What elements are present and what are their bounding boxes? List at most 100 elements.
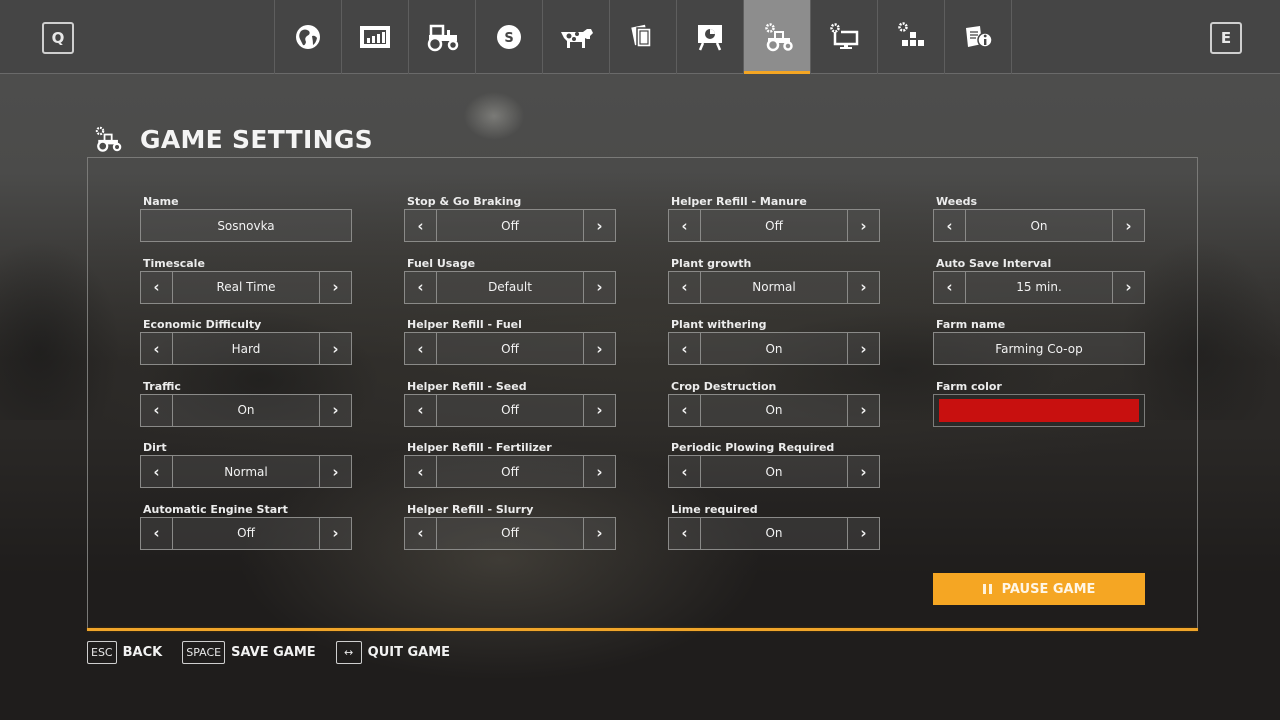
chevron-right-icon[interactable]: › xyxy=(1112,271,1144,303)
gear-tractor-icon xyxy=(765,23,793,52)
gear-tractor-icon xyxy=(95,126,122,152)
chevron-right-icon[interactable]: › xyxy=(583,271,615,303)
setting-farm-name: Farm name Farming Co-op xyxy=(933,317,1145,379)
setting-crop-destruction: Crop Destruction ‹ On › xyxy=(668,379,880,441)
chevron-right-icon[interactable]: › xyxy=(847,333,879,365)
tab-finances[interactable]: S xyxy=(476,0,543,74)
chevron-left-icon[interactable]: ‹ xyxy=(141,517,173,549)
setting-helper-refill-fuel: Helper Refill - Fuel ‹ Off › xyxy=(404,317,616,379)
tab-general-settings[interactable] xyxy=(811,0,878,74)
setting-label: Periodic Plowing Required xyxy=(671,441,835,455)
chevron-right-icon[interactable]: › xyxy=(583,394,615,426)
chevron-right-icon[interactable]: › xyxy=(319,271,351,303)
chevron-right-icon[interactable]: › xyxy=(319,333,351,365)
setting-helper-refill-fertilizer: Helper Refill - Fertilizer ‹ Off › xyxy=(404,440,616,502)
save-game-button[interactable]: SPACE SAVE GAME xyxy=(182,640,316,664)
chevron-right-icon[interactable]: › xyxy=(319,517,351,549)
stepper-value: On xyxy=(765,403,783,418)
setting-fuel-usage: Fuel Usage ‹ Default › xyxy=(404,256,616,318)
chevron-right-icon[interactable]: › xyxy=(847,210,879,241)
chevron-right-icon[interactable]: › xyxy=(319,394,351,426)
tab-vehicles[interactable] xyxy=(409,0,476,74)
chevron-left-icon[interactable]: ‹ xyxy=(669,271,701,303)
footer-actions: ESC BACK SPACE SAVE GAME ↔ QUIT GAME xyxy=(87,640,470,664)
prev-page-key-button[interactable]: Q xyxy=(42,22,74,54)
chevron-left-icon[interactable]: ‹ xyxy=(141,394,173,426)
settings-column-1: Name Sosnovka Timescale ‹ Real Time › Ec… xyxy=(140,194,352,564)
stepper-value: Normal xyxy=(752,280,796,295)
document-info-icon xyxy=(966,26,993,48)
tab-game-settings[interactable] xyxy=(744,0,811,74)
chevron-right-icon[interactable]: › xyxy=(583,456,615,488)
settings-column-2: Stop & Go Braking ‹ Off › Fuel Usage ‹ D… xyxy=(404,194,616,564)
chevron-left-icon[interactable]: ‹ xyxy=(405,271,437,303)
chevron-right-icon[interactable]: › xyxy=(847,271,879,303)
setting-label: Stop & Go Braking xyxy=(407,195,522,208)
plant-growth-stepper: ‹ Normal › xyxy=(668,270,880,304)
setting-automatic-engine-start: Automatic Engine Start ‹ Off › xyxy=(140,502,352,564)
chevron-left-icon[interactable]: ‹ xyxy=(141,333,173,365)
setting-label: Farm color xyxy=(936,379,1002,393)
chevron-right-icon[interactable]: › xyxy=(583,333,615,365)
setting-label: Weeds xyxy=(936,195,978,208)
presentation-board-icon xyxy=(698,25,722,51)
chevron-left-icon[interactable]: ‹ xyxy=(141,456,173,488)
savegame-name-input[interactable]: Sosnovka xyxy=(140,209,352,242)
chevron-left-icon[interactable]: ‹ xyxy=(405,394,437,426)
tab-controls[interactable] xyxy=(878,0,945,74)
stepper-value: Hard xyxy=(231,341,261,356)
chevron-left-icon[interactable]: ‹ xyxy=(934,271,966,303)
svg-text:S: S xyxy=(504,31,513,46)
chevron-left-icon[interactable]: ‹ xyxy=(405,456,437,488)
periodic-plowing-stepper: ‹ On › xyxy=(668,455,880,489)
stop-go-braking-stepper: ‹ Off › xyxy=(404,209,616,242)
farm-color-swatch xyxy=(939,398,1139,422)
chevron-left-icon[interactable]: ‹ xyxy=(669,333,701,365)
pause-game-button[interactable]: PAUSE GAME xyxy=(933,573,1145,605)
chevron-right-icon[interactable]: › xyxy=(847,394,879,426)
chevron-right-icon[interactable]: › xyxy=(847,456,879,488)
dollar-coin-icon: S xyxy=(497,25,521,49)
helper-refill-fertilizer-stepper: ‹ Off › xyxy=(404,455,616,489)
chevron-left-icon[interactable]: ‹ xyxy=(669,394,701,426)
stepper-value: Off xyxy=(237,526,255,541)
tab-contracts[interactable] xyxy=(610,0,677,74)
setting-dirt: Dirt ‹ Normal › xyxy=(140,440,352,502)
pause-game-label: PAUSE GAME xyxy=(1001,581,1096,597)
setting-economic-difficulty: Economic Difficulty ‹ Hard › xyxy=(140,317,352,379)
chevron-right-icon[interactable]: › xyxy=(847,517,879,549)
setting-label: Auto Save Interval xyxy=(936,256,1052,270)
next-page-key-button[interactable]: E xyxy=(1210,22,1242,54)
chevron-left-icon[interactable]: ‹ xyxy=(405,210,437,241)
menu-tabs: S xyxy=(274,0,1012,74)
chevron-right-icon[interactable]: › xyxy=(583,210,615,241)
tab-help[interactable] xyxy=(945,0,1012,74)
chevron-left-icon[interactable]: ‹ xyxy=(141,271,173,303)
chevron-left-icon[interactable]: ‹ xyxy=(669,456,701,488)
tab-statistics[interactable] xyxy=(677,0,744,74)
esc-key-icon: ESC xyxy=(87,640,117,664)
farm-color-picker[interactable] xyxy=(933,393,1145,427)
setting-label: Helper Refill - Fuel xyxy=(407,318,522,332)
farm-name-input[interactable]: Farming Co-op xyxy=(933,332,1145,366)
chevron-left-icon[interactable]: ‹ xyxy=(934,210,966,241)
setting-label: Helper Refill - Fertilizer xyxy=(407,441,552,455)
chevron-right-icon[interactable]: › xyxy=(583,517,615,549)
tab-prices[interactable] xyxy=(342,0,409,74)
tab-animals[interactable] xyxy=(543,0,610,74)
back-button[interactable]: ESC BACK xyxy=(87,640,162,664)
pause-icon xyxy=(982,584,992,594)
setting-timescale: Timescale ‹ Real Time › xyxy=(140,256,352,318)
chevron-left-icon[interactable]: ‹ xyxy=(405,333,437,365)
chevron-left-icon[interactable]: ‹ xyxy=(405,517,437,549)
chevron-left-icon[interactable]: ‹ xyxy=(669,210,701,241)
page-header: GAME SETTINGS xyxy=(92,122,373,156)
chevron-right-icon[interactable]: › xyxy=(319,456,351,488)
helper-refill-manure-stepper: ‹ Off › xyxy=(668,209,880,242)
stepper-value: Off xyxy=(501,341,519,356)
quit-game-button[interactable]: ↔ QUIT GAME xyxy=(335,640,450,664)
chevron-right-icon[interactable]: › xyxy=(1112,210,1144,241)
chevron-left-icon[interactable]: ‹ xyxy=(669,517,701,549)
helper-refill-seed-stepper: ‹ Off › xyxy=(404,393,616,427)
tab-map[interactable] xyxy=(275,0,342,74)
